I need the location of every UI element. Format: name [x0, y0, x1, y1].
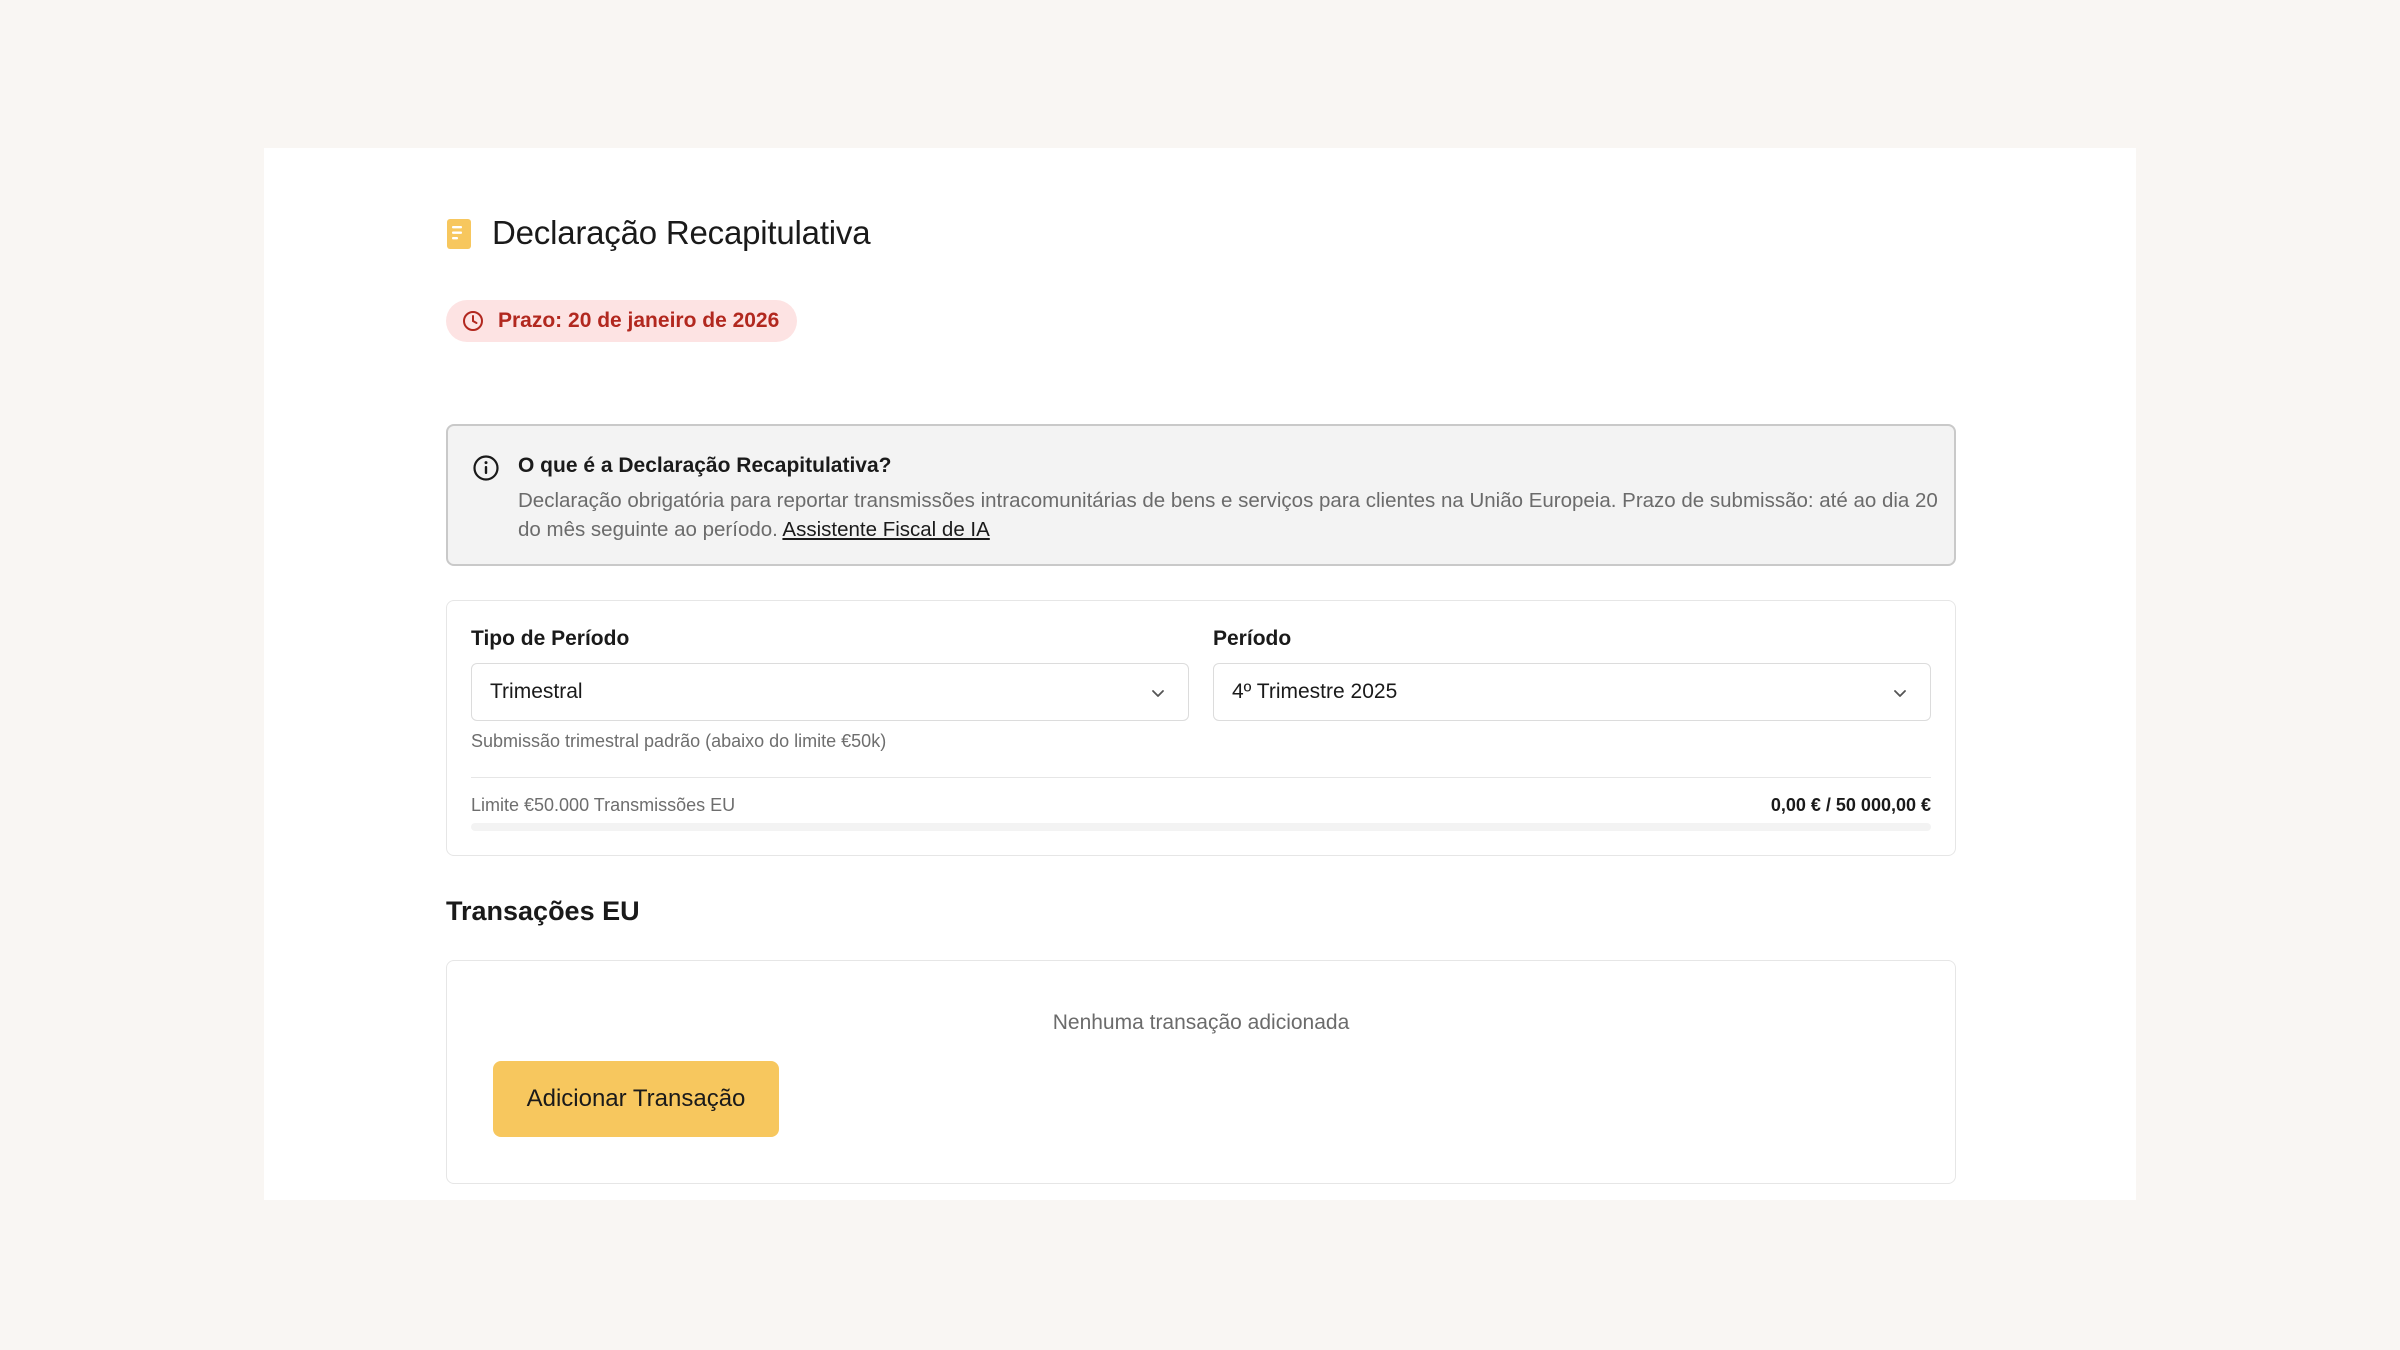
limit-progress-bar — [471, 823, 1931, 831]
divider — [471, 777, 1931, 778]
period-card: Tipo de Período Trimestral Período 4º Tr… — [446, 600, 1956, 856]
empty-state-text: Nenhuma transação adicionada — [1052, 1011, 1350, 1034]
period-select[interactable]: 4º Trimestre 2025 — [1213, 663, 1931, 721]
ai-assistant-link[interactable]: Assistente Fiscal de IA — [782, 518, 989, 541]
limit-label: Limite €50.000 Transmissões EU — [471, 795, 736, 815]
deadline-text: Prazo: 20 de janeiro de 2026 — [498, 309, 780, 332]
period-value: 4º Trimestre 2025 — [1232, 680, 1398, 703]
info-description-text: Declaração obrigatória para reportar tra… — [518, 489, 1938, 541]
limit-value: 0,00 € / 50 000,00 € — [1770, 795, 1931, 815]
transactions-section-title: Transações EU — [446, 896, 640, 926]
chevron-down-icon — [1152, 690, 1164, 697]
period-type-select[interactable]: Trimestral — [471, 663, 1189, 721]
page-container: Declaração Recapitulativa Prazo: 20 de j… — [264, 148, 2136, 1200]
period-label: Período — [1213, 627, 1292, 650]
period-hint: Submissão trimestral padrão (abaixo do l… — [471, 731, 887, 751]
document-icon — [447, 219, 471, 249]
page-title: Declaração Recapitulativa — [492, 214, 871, 251]
info-callout: O que é a Declaração Recapitulativa? Dec… — [446, 424, 1956, 566]
info-icon — [473, 455, 499, 481]
add-transaction-button[interactable]: Adicionar Transação — [493, 1061, 779, 1137]
transactions-card: Nenhuma transação adicionada Adicionar T… — [446, 960, 1956, 1184]
info-title: O que é a Declaração Recapitulativa? — [518, 454, 892, 477]
period-type-value: Trimestral — [490, 680, 583, 703]
info-description: Declaração obrigatória para reportar tra… — [518, 486, 1938, 544]
period-type-label: Tipo de Período — [471, 627, 630, 650]
chevron-down-icon — [1894, 690, 1906, 697]
clock-icon — [463, 311, 483, 331]
page-header: Declaração Recapitulativa — [446, 214, 871, 252]
deadline-badge: Prazo: 20 de janeiro de 2026 — [446, 300, 798, 342]
